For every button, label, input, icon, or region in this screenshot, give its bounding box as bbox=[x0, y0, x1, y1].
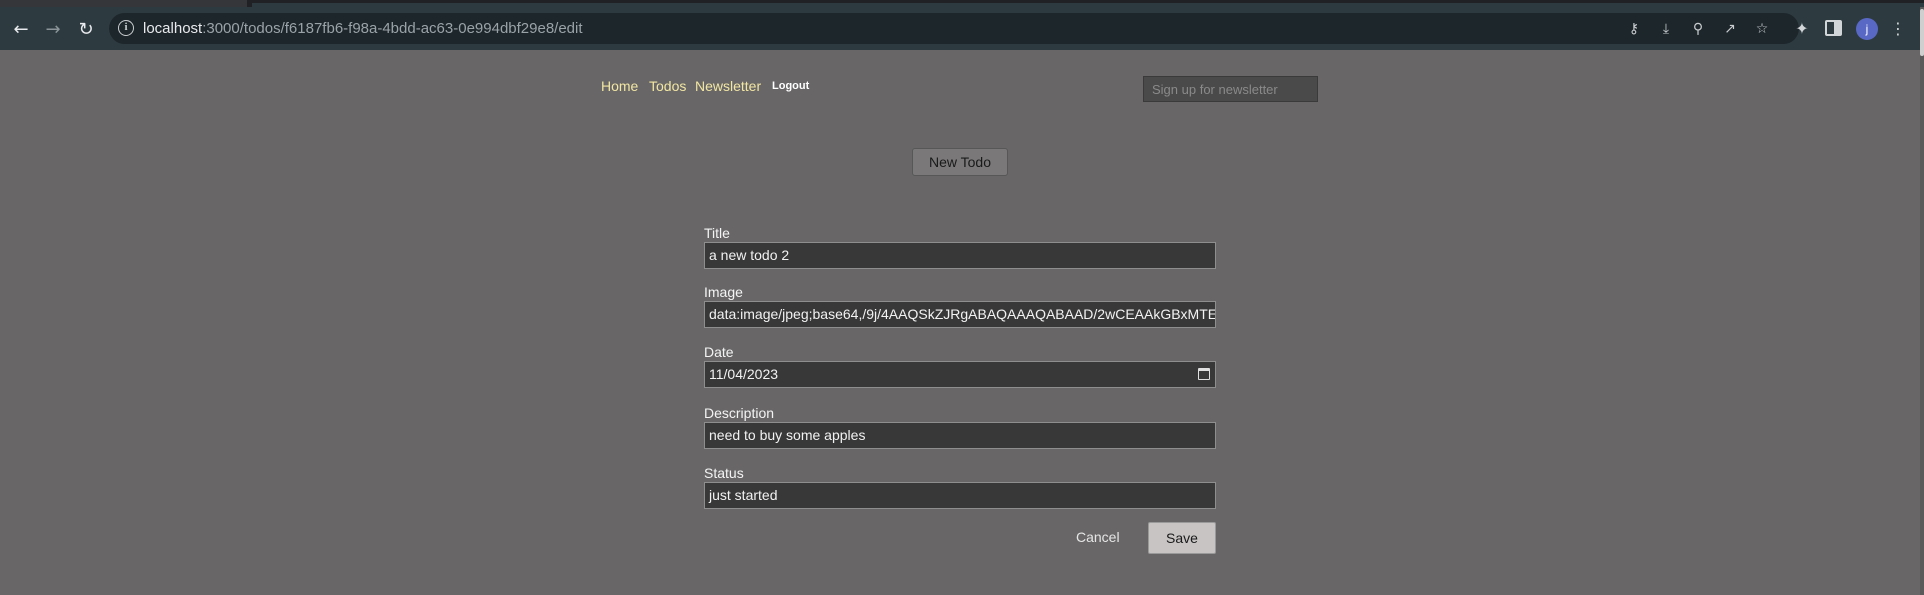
side-panel-icon[interactable] bbox=[1825, 20, 1842, 36]
bookmark-star-icon[interactable]: ☆ bbox=[1752, 19, 1772, 39]
nav-todos-link[interactable]: Todos bbox=[649, 78, 686, 94]
address-bar[interactable]: i localhost:3000/todos/f6187fb6-f98a-4bd… bbox=[109, 13, 1799, 44]
status-label: Status bbox=[704, 465, 744, 481]
logout-button[interactable]: Logout bbox=[772, 80, 809, 92]
forward-arrow-icon[interactable]: → bbox=[41, 17, 65, 41]
share-icon[interactable]: ↗ bbox=[1720, 19, 1740, 39]
active-tab[interactable] bbox=[0, 0, 247, 7]
scrollbar-track[interactable] bbox=[1920, 7, 1924, 595]
description-label: Description bbox=[704, 405, 775, 421]
image-label: Image bbox=[704, 284, 743, 300]
profile-avatar[interactable]: j bbox=[1856, 18, 1878, 40]
reload-icon[interactable]: ↻ bbox=[74, 17, 98, 41]
browser-toolbar: ← → ↻ i localhost:3000/todos/f6187fb6-f9… bbox=[0, 7, 1924, 50]
site-info-icon[interactable]: i bbox=[118, 20, 134, 36]
image-field[interactable]: data:image/jpeg;base64,/9j/4AAQSkZJRgABA… bbox=[704, 301, 1216, 328]
date-field[interactable]: 11/04/2023 bbox=[704, 361, 1216, 388]
nav-newsletter-link[interactable]: Newsletter bbox=[695, 78, 761, 94]
extensions-puzzle-icon[interactable]: ✦ bbox=[1791, 18, 1813, 40]
title-field[interactable]: a new todo 2 bbox=[704, 242, 1216, 269]
url-text[interactable]: localhost:3000/todos/f6187fb6-f98a-4bdd-… bbox=[143, 20, 583, 37]
status-field[interactable]: just started bbox=[704, 482, 1216, 509]
install-icon[interactable]: ⤓ bbox=[1656, 19, 1676, 39]
tab-strip bbox=[0, 0, 1924, 7]
key-icon[interactable]: ⚷ bbox=[1624, 19, 1644, 39]
save-button[interactable]: Save bbox=[1148, 522, 1216, 554]
back-arrow-icon[interactable]: ← bbox=[9, 17, 33, 41]
scrollbar-thumb[interactable] bbox=[1920, 9, 1924, 56]
cancel-button[interactable]: Cancel bbox=[1076, 529, 1120, 545]
date-value: 11/04/2023 bbox=[709, 366, 779, 382]
new-todo-button[interactable]: New Todo bbox=[912, 148, 1008, 176]
date-label: Date bbox=[704, 344, 734, 360]
zoom-icon[interactable]: ⚲ bbox=[1688, 19, 1708, 39]
newsletter-signup-input[interactable] bbox=[1143, 76, 1318, 102]
kebab-menu-icon[interactable]: ⋮ bbox=[1887, 18, 1909, 40]
nav-home-link[interactable]: Home bbox=[601, 78, 638, 94]
title-label: Title bbox=[704, 225, 730, 241]
calendar-icon[interactable] bbox=[1198, 368, 1210, 380]
description-field[interactable]: need to buy some apples bbox=[704, 422, 1216, 449]
